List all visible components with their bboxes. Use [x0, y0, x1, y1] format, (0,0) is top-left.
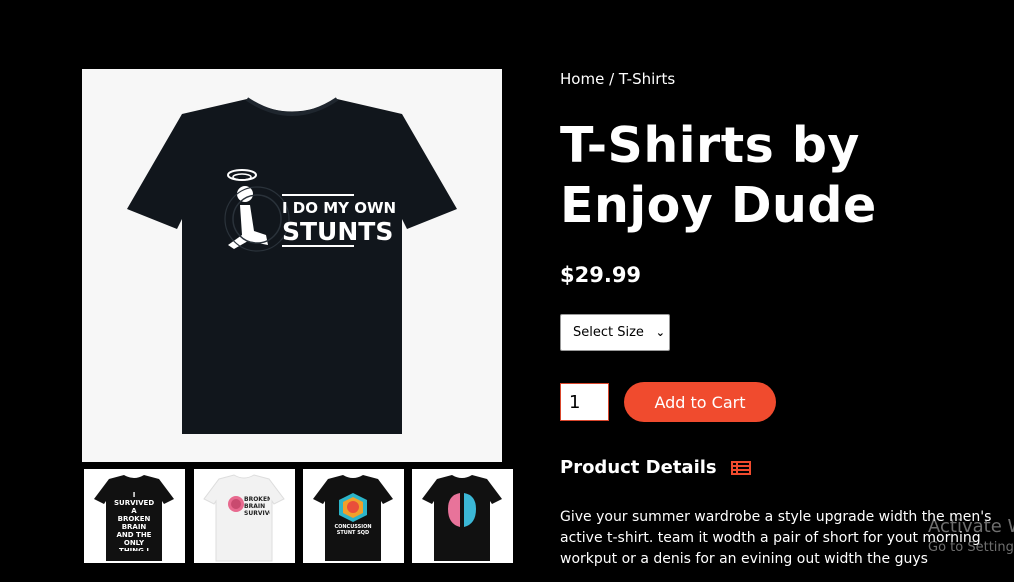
size-select[interactable]: Select Size ⌄ [560, 314, 670, 351]
activate-windows-watermark: Activate W Go to Setting [928, 515, 1014, 557]
product-price: $29.99 [560, 263, 642, 287]
thumbnail-3-text: CONCUSSION STUNT SQD [334, 524, 372, 536]
watermark-line-2: Go to Setting [928, 540, 1014, 555]
product-title: T-Shirts by Enjoy Dude [560, 117, 877, 234]
thumbnail-3[interactable]: CONCUSSION STUNT SQD [303, 469, 404, 563]
watermark-line-1: Activate W [928, 516, 1014, 537]
thumbnail-2[interactable]: BROKEN BRAIN SURVIVOR [194, 469, 295, 563]
size-select-value: Select Size [573, 325, 644, 340]
product-details-title: Product Details [560, 457, 717, 478]
thumbnail-1[interactable]: I SURVIVED A BROKEN BRAIN AND THE ONLY T… [84, 469, 185, 563]
list-icon[interactable] [730, 460, 751, 476]
main-image-text-2: STUNTS [282, 217, 393, 246]
thumbnail-4[interactable] [412, 469, 513, 563]
breadcrumb: Home / T-Shirts [560, 70, 675, 88]
chevron-down-icon: ⌄ [655, 326, 665, 339]
breadcrumb-separator: / [604, 70, 619, 88]
thumbnail-1-text: I SURVIVED A BROKEN BRAIN AND THE ONLY T… [114, 491, 154, 551]
quantity-input[interactable] [560, 383, 609, 421]
product-page: I DO MY OWN STUNTS I SURVIVED A BROKEN B… [0, 0, 1014, 582]
product-details-heading: Product Details [560, 457, 751, 478]
breadcrumb-current: T-Shirts [618, 70, 676, 88]
main-product-image[interactable]: I DO MY OWN STUNTS [82, 69, 502, 462]
breadcrumb-home-link[interactable]: Home [560, 70, 604, 88]
thumbnail-2-text: BROKEN BRAIN SURVIVOR [244, 496, 270, 517]
main-image-text-1: I DO MY OWN [282, 199, 396, 217]
add-to-cart-button[interactable]: Add to Cart [624, 382, 776, 422]
